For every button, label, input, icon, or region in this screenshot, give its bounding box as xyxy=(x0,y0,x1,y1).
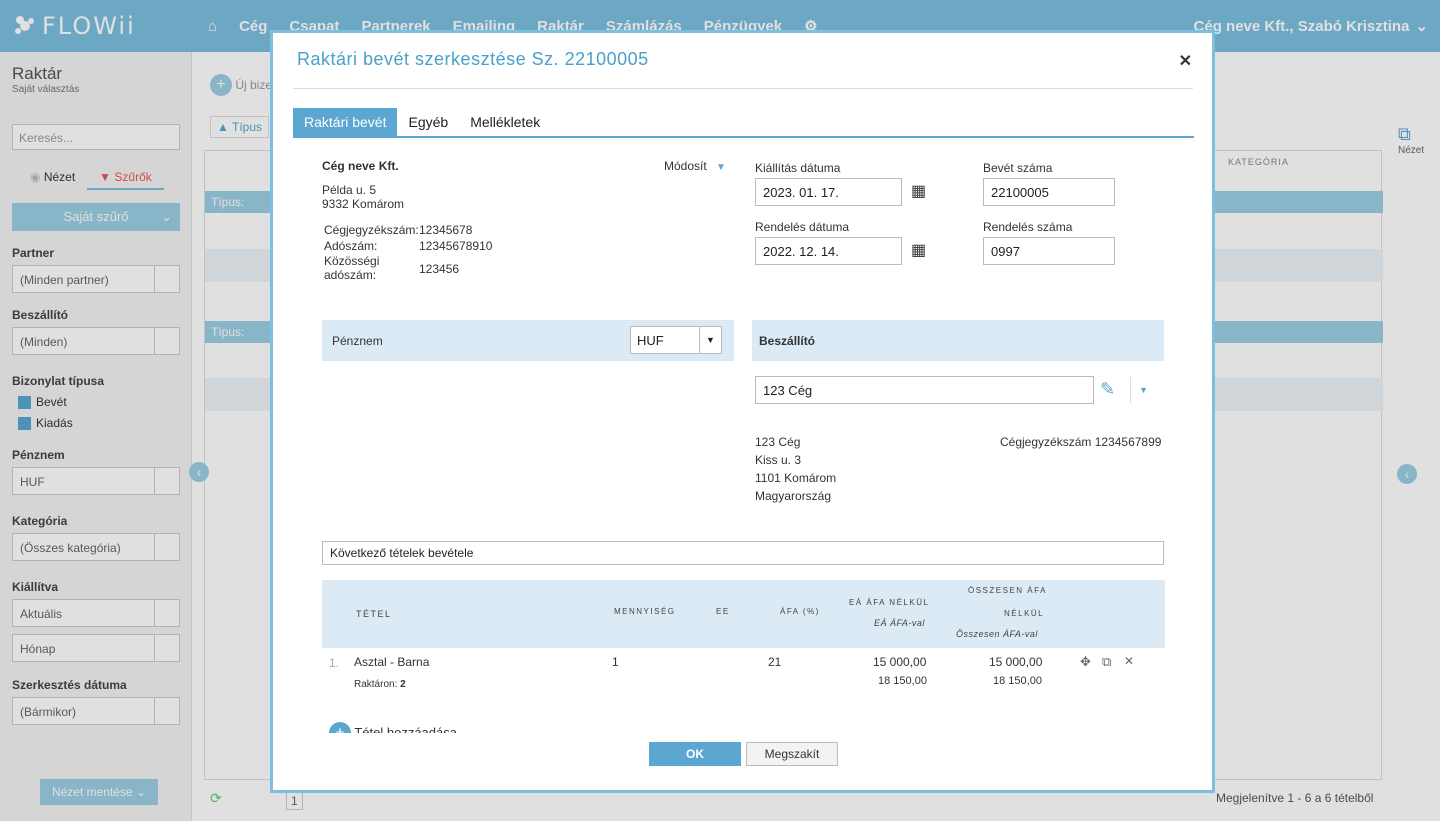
col-item: TÉTEL xyxy=(356,609,392,619)
item-total-gross: 18 150,00 xyxy=(993,675,1042,687)
supplier-band: Beszállító xyxy=(752,320,1164,361)
ok-button[interactable]: OK xyxy=(649,742,741,766)
eu-tax-label-2: adószám: xyxy=(324,268,377,282)
col-unit-price-vat: EÁ ÁFA-val xyxy=(874,618,925,628)
modify-link[interactable]: Módosít ▼ xyxy=(664,159,726,173)
tab-attachments[interactable]: Mellékletek xyxy=(459,108,551,136)
delete-icon[interactable]: ✕ xyxy=(1124,654,1134,668)
supplier-label: Beszállító xyxy=(759,334,816,348)
company-name: Cég neve Kft. xyxy=(322,159,399,173)
edit-receipt-dialog: Raktári bevét szerkesztése Sz. 22100005 … xyxy=(270,30,1215,793)
caret-down-icon: ▼ xyxy=(716,162,726,173)
move-icon[interactable]: ✥ xyxy=(1080,654,1091,670)
reg-label: Cégjegyzékszám: xyxy=(324,223,419,237)
issue-date-input[interactable]: 2023. 01. 17. xyxy=(755,178,902,206)
col-quantity: MENNYISÉG xyxy=(614,607,676,616)
cancel-button[interactable]: Megszakít xyxy=(746,742,838,766)
tab-other[interactable]: Egyéb xyxy=(397,108,459,136)
supplier-line1: 123 Cég xyxy=(755,435,801,449)
calendar-icon[interactable]: ▦ xyxy=(911,181,926,201)
order-number-input[interactable]: 0997 xyxy=(983,237,1115,265)
item-vat[interactable]: 21 xyxy=(768,655,781,669)
stock-label: Raktáron: 2 xyxy=(354,679,406,690)
tax-value: 12345678910 xyxy=(419,239,493,253)
tax-label: Adószám: xyxy=(324,239,378,253)
currency-select[interactable]: HUF ▼ xyxy=(630,326,722,354)
note-textarea[interactable]: Következő tételek bevétele xyxy=(322,541,1164,565)
col-unit: EE xyxy=(716,607,730,616)
close-icon[interactable]: ✕ xyxy=(1179,51,1192,71)
tab-receipt[interactable]: Raktári bevét xyxy=(293,108,398,136)
dialog-tabs: Raktári bevét Egyéb Mellékletek xyxy=(293,108,1194,138)
plus-icon: + xyxy=(329,722,351,733)
calendar-icon[interactable]: ▦ xyxy=(911,240,926,260)
issue-date-label: Kiállítás dátuma xyxy=(755,161,841,175)
items-table-header: TÉTEL MENNYISÉG EE ÁFA (%) EÁ ÁFA NÉLKÜL… xyxy=(322,580,1165,648)
supplier-input[interactable]: 123 Cég xyxy=(755,376,1094,404)
supplier-line2: Kiss u. 3 xyxy=(755,453,802,467)
caret-down-icon: ▼ xyxy=(699,327,721,353)
col-unit-price: EÁ ÁFA NÉLKÜL xyxy=(849,598,930,607)
pencil-icon[interactable]: ✎ xyxy=(1100,379,1115,400)
order-date-label: Rendelés dátuma xyxy=(755,220,850,234)
order-date-input[interactable]: 2022. 12. 14. xyxy=(755,237,902,265)
supplier-line3: 1101 Komárom xyxy=(755,471,837,485)
item-quantity[interactable]: 1 xyxy=(612,655,619,669)
col-total-vat: Összesen ÁFA-val xyxy=(956,629,1038,639)
company-address-line2: 9332 Komárom xyxy=(322,197,405,211)
currency-label: Pénznem xyxy=(332,334,383,348)
item-unit-gross: 18 150,00 xyxy=(878,675,927,687)
receipt-number-input[interactable]: 22100005 xyxy=(983,178,1115,206)
caret-down-icon[interactable]: ▼ xyxy=(1130,377,1156,403)
row-index: 1. xyxy=(329,656,340,670)
receipt-number-label: Bevét száma xyxy=(983,161,1053,175)
divider xyxy=(293,733,1194,734)
copy-icon[interactable]: ⧉ xyxy=(1102,654,1111,670)
col-total-2: NÉLKÜL xyxy=(1004,609,1045,618)
eu-tax-value: 123456 xyxy=(419,262,460,276)
company-address-line1: Példa u. 5 xyxy=(322,183,377,197)
item-name[interactable]: Asztal - Barna xyxy=(354,655,429,669)
col-total: ÖSSZESEN ÁFA xyxy=(968,586,1047,595)
order-number-label: Rendelés száma xyxy=(983,220,1073,234)
divider xyxy=(293,88,1193,89)
currency-band: Pénznem HUF ▼ xyxy=(322,320,734,361)
item-total-net: 15 000,00 xyxy=(989,655,1043,669)
item-unit-net[interactable]: 15 000,00 xyxy=(873,655,926,669)
supplier-line4: Magyarország xyxy=(755,489,832,503)
supplier-reg: Cégjegyzékszám 1234567899 xyxy=(1000,435,1162,449)
eu-tax-label: Közösségi xyxy=(324,254,380,268)
reg-value: 12345678 xyxy=(419,223,473,237)
add-item-link[interactable]: + Tétel hozzáadása xyxy=(329,722,457,733)
dialog-title: Raktári bevét szerkesztése Sz. 22100005 xyxy=(297,49,649,69)
col-vat: ÁFA (%) xyxy=(780,607,820,616)
